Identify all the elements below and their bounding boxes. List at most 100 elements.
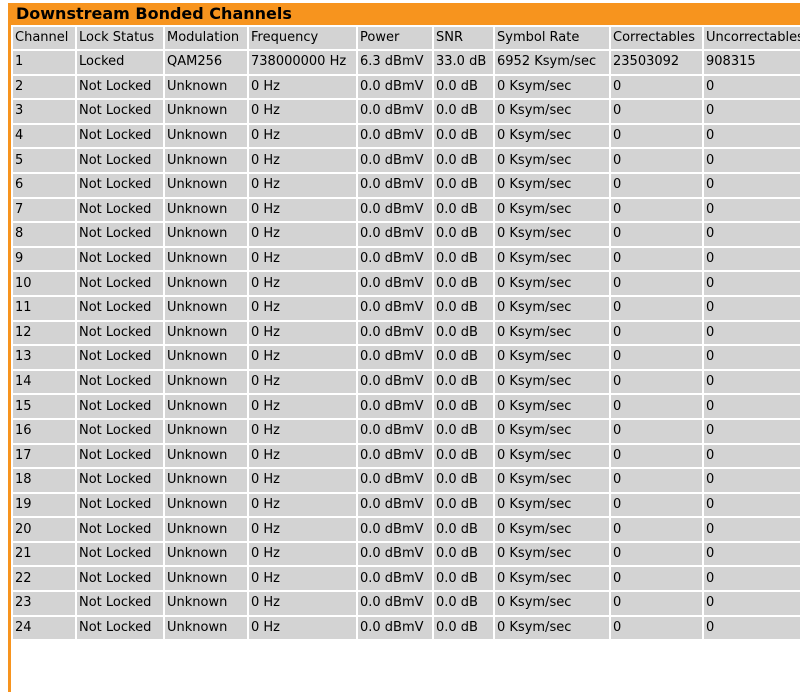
cell-symbol-rate: 0 Ksym/sec [495,198,609,222]
column-header-modulation: Modulation [165,27,247,49]
cell-power: 0.0 dBmV [358,419,432,443]
cell-frequency: 0 Hz [249,419,356,443]
column-header-correctables: Correctables [611,27,702,49]
cell-lock-status: Not Locked [77,444,163,468]
cell-symbol-rate: 0 Ksym/sec [495,124,609,148]
cell-snr: 0.0 dB [434,124,493,148]
cell-symbol-rate: 0 Ksym/sec [495,346,609,369]
cell-snr: 0.0 dB [434,419,493,443]
cell-channel: 11 [13,296,75,320]
cell-channel: 12 [13,321,75,345]
cell-modulation: Unknown [165,469,247,492]
table-row: 5 Not Locked Unknown 0 Hz 0.0 dBmV 0.0 dB 0 Ks… [13,149,800,172]
column-header-channel: Channel [13,27,75,49]
cell-correctables: 0 [611,444,702,468]
cell-lock-status: Not Locked [77,542,163,566]
cell-modulation: Unknown [165,346,247,369]
cell-correctables: 0 [611,542,702,566]
table-row: 24 Not Locked Unknown 0 Hz 0.0 dBmV 0.0 dB 0 K… [13,616,800,640]
cell-lock-status: Not Locked [77,296,163,320]
cell-power: 0.0 dBmV [358,518,432,541]
cell-channel: 9 [13,247,75,271]
cell-uncorrectables: 0 [704,198,800,222]
cell-lock-status: Not Locked [77,173,163,197]
cell-frequency: 0 Hz [249,100,356,123]
cell-modulation: Unknown [165,173,247,197]
cell-uncorrectables: 0 [704,100,800,123]
cell-symbol-rate: 0 Ksym/sec [495,419,609,443]
cell-channel: 19 [13,493,75,517]
cell-frequency: 0 Hz [249,567,356,591]
cell-uncorrectables: 0 [704,296,800,320]
column-header-symbol-rate: Symbol Rate [495,27,609,49]
cell-frequency: 738000000 Hz [249,51,356,74]
cell-symbol-rate: 6952 Ksym/sec [495,51,609,74]
cell-modulation: Unknown [165,567,247,591]
cell-snr: 0.0 dB [434,75,493,99]
table-row: 21 Not Locked Unknown 0 Hz 0.0 dBmV 0.0 dB 0 K… [13,542,800,566]
cell-modulation: QAM256 [165,51,247,74]
cell-modulation: Unknown [165,149,247,172]
cell-modulation: Unknown [165,419,247,443]
table-row: 13 Not Locked Unknown 0 Hz 0.0 dBmV 0.0 dB 0 K… [13,346,800,369]
cell-power: 0.0 dBmV [358,173,432,197]
cell-correctables: 0 [611,419,702,443]
cell-power: 0.0 dBmV [358,370,432,394]
cell-snr: 0.0 dB [434,296,493,320]
cell-frequency: 0 Hz [249,124,356,148]
table-row: 1 Locked QAM256 738000000 Hz 6.3 dBmV 33.0 dB… [13,51,800,74]
cell-lock-status: Not Locked [77,124,163,148]
cell-uncorrectables: 0 [704,272,800,295]
cell-uncorrectables: 0 [704,346,800,369]
cell-modulation: Unknown [165,75,247,99]
cell-power: 0.0 dBmV [358,198,432,222]
cell-symbol-rate: 0 Ksym/sec [495,321,609,345]
cell-snr: 0.0 dB [434,493,493,517]
cell-uncorrectables: 908315 [704,51,800,74]
cell-power: 0.0 dBmV [358,247,432,271]
cell-lock-status: Not Locked [77,419,163,443]
cell-snr: 0.0 dB [434,592,493,615]
table-row: 6 Not Locked Unknown 0 Hz 0.0 dBmV 0.0 dB 0 Ks… [13,173,800,197]
cell-frequency: 0 Hz [249,346,356,369]
cell-correctables: 0 [611,223,702,246]
cell-snr: 0.0 dB [434,518,493,541]
table-row: 12 Not Locked Unknown 0 Hz 0.0 dBmV 0.0 dB 0 K… [13,321,800,345]
cell-power: 0.0 dBmV [358,592,432,615]
cell-symbol-rate: 0 Ksym/sec [495,272,609,295]
cell-frequency: 0 Hz [249,616,356,640]
cell-power: 0.0 dBmV [358,542,432,566]
cell-power: 0.0 dBmV [358,100,432,123]
cell-symbol-rate: 0 Ksym/sec [495,75,609,99]
cell-correctables: 0 [611,272,702,295]
cell-uncorrectables: 0 [704,567,800,591]
cell-symbol-rate: 0 Ksym/sec [495,567,609,591]
cell-correctables: 0 [611,518,702,541]
cell-frequency: 0 Hz [249,518,356,541]
cell-lock-status: Not Locked [77,370,163,394]
panel-title: Downstream Bonded Channels [16,4,292,23]
cell-correctables: 0 [611,100,702,123]
table-row: 10 Not Locked Unknown 0 Hz 0.0 dBmV 0.0 dB 0 K… [13,272,800,295]
cell-modulation: Unknown [165,592,247,615]
cell-lock-status: Not Locked [77,198,163,222]
column-header-power: Power [358,27,432,49]
cell-lock-status: Not Locked [77,395,163,418]
cell-uncorrectables: 0 [704,542,800,566]
cell-correctables: 0 [611,567,702,591]
cell-snr: 0.0 dB [434,247,493,271]
cell-symbol-rate: 0 Ksym/sec [495,518,609,541]
cell-uncorrectables: 0 [704,395,800,418]
cell-channel: 24 [13,616,75,640]
cell-snr: 0.0 dB [434,370,493,394]
cell-correctables: 0 [611,247,702,271]
table-row: 8 Not Locked Unknown 0 Hz 0.0 dBmV 0.0 dB 0 Ks… [13,223,800,246]
table-row: 9 Not Locked Unknown 0 Hz 0.0 dBmV 0.0 dB 0 Ks… [13,247,800,271]
cell-correctables: 0 [611,149,702,172]
cell-correctables: 0 [611,493,702,517]
cell-symbol-rate: 0 Ksym/sec [495,247,609,271]
cell-frequency: 0 Hz [249,395,356,418]
cell-lock-status: Not Locked [77,518,163,541]
cell-lock-status: Locked [77,51,163,74]
cell-power: 0.0 dBmV [358,567,432,591]
